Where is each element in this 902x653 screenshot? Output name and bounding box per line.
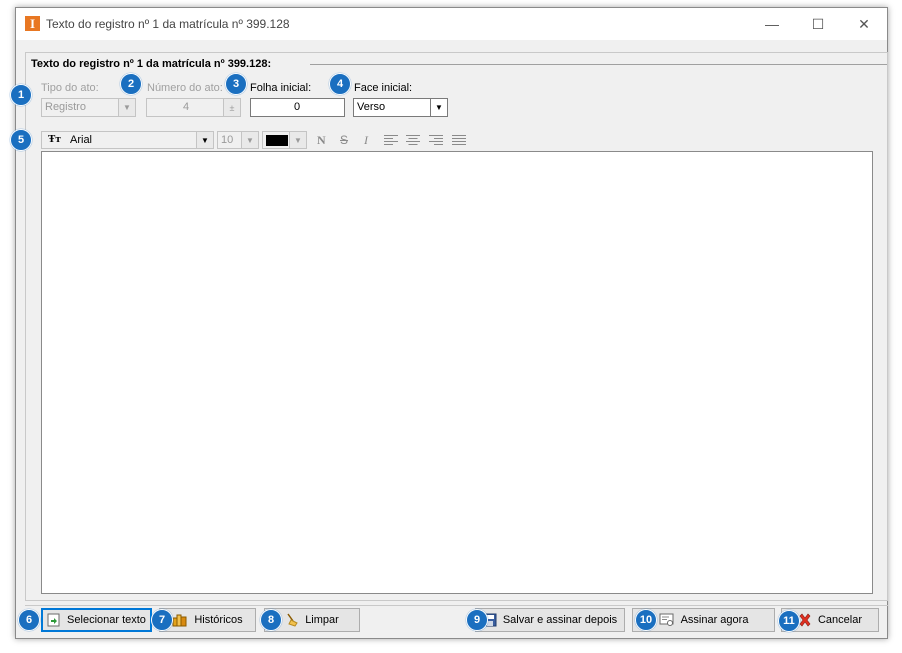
strikethrough-button[interactable]: S [340, 133, 348, 147]
numero-ato-label: Número do ato: [147, 82, 223, 94]
callout-badge-7: 7 [151, 609, 173, 631]
dialog-window: I Texto do registro nº 1 da matrícula nº… [15, 7, 888, 639]
certificate-icon [659, 613, 674, 626]
numero-ato-spinner[interactable]: 4 ± [146, 98, 241, 117]
chevron-down-icon: ▼ [289, 132, 306, 148]
cancel-x-icon [799, 613, 811, 627]
spinner-arrows-icon[interactable]: ± [223, 99, 240, 116]
maximize-button[interactable]: ☐ [795, 8, 841, 40]
tipo-ato-select[interactable]: Registro ▼ [41, 98, 136, 117]
face-inicial-label: Face inicial: [354, 82, 413, 94]
tipo-ato-value: Registro [45, 101, 86, 113]
callout-badge-4: 4 [329, 73, 351, 95]
font-size-value: 10 [221, 134, 234, 146]
callout-badge-3: 3 [225, 73, 247, 95]
callout-badge-6: 6 [18, 609, 40, 631]
callout-badge-5: 5 [10, 129, 32, 151]
books-icon [172, 614, 187, 627]
font-name-select[interactable]: Ŧт Arial ▼ [41, 131, 214, 149]
font-type-icon: Ŧт [48, 133, 61, 145]
text-editor-area[interactable] [41, 151, 873, 594]
folha-inicial-value: 0 [294, 101, 301, 113]
italic-button[interactable]: I [364, 133, 368, 148]
chevron-down-icon: ▼ [241, 132, 258, 148]
callout-badge-2: 2 [120, 73, 142, 95]
broom-icon [287, 613, 298, 627]
close-button[interactable]: ✕ [841, 8, 887, 40]
tipo-ato-label: Tipo do ato: [41, 82, 99, 94]
footer-separator [25, 605, 888, 606]
callout-badge-9: 9 [466, 609, 488, 631]
face-inicial-select[interactable]: Verso ▼ [353, 98, 448, 117]
align-right-icon[interactable] [429, 134, 443, 149]
font-size-select[interactable]: 10 ▼ [217, 131, 259, 149]
chevron-down-icon: ▼ [118, 99, 135, 116]
color-swatch [266, 135, 288, 146]
minimize-button[interactable]: — [749, 8, 795, 40]
align-left-icon[interactable] [384, 134, 398, 149]
salvar-assinar-depois-button[interactable]: Salvar e assinar depois [475, 608, 625, 632]
folha-inicial-label: Folha inicial: [250, 82, 312, 94]
cancelar-label: Cancelar [817, 614, 863, 626]
app-icon: I [25, 16, 40, 31]
callout-badge-1: 1 [10, 84, 32, 106]
align-center-icon[interactable] [406, 134, 420, 149]
group-title: Texto do registro nº 1 da matrícula nº 3… [31, 58, 272, 70]
limpar-label: Limpar [305, 614, 339, 626]
group-divider [310, 64, 887, 65]
select-text-icon [47, 613, 60, 627]
callout-badge-11: 11 [778, 610, 800, 632]
historicos-button[interactable]: Históricos [159, 608, 256, 632]
chevron-down-icon: ▼ [430, 99, 447, 116]
chevron-down-icon: ▼ [196, 132, 213, 148]
callout-badge-8: 8 [260, 609, 282, 631]
bold-button[interactable]: N [317, 133, 326, 148]
font-color-select[interactable]: ▼ [262, 131, 307, 149]
title-bar: I Texto do registro nº 1 da matrícula nº… [16, 8, 887, 40]
salvar-assinar-depois-label: Salvar e assinar depois [502, 614, 618, 626]
font-name-value: Arial [70, 134, 93, 146]
folha-inicial-input[interactable]: 0 [250, 98, 345, 117]
window-title: Texto do registro nº 1 da matrícula nº 3… [46, 17, 290, 31]
historicos-label: Históricos [194, 614, 243, 626]
align-justify-icon[interactable] [452, 134, 466, 149]
numero-ato-value: 4 [183, 101, 190, 113]
selecionar-texto-label: Selecionar texto [67, 614, 146, 626]
assinar-agora-label: Assinar agora [680, 614, 749, 626]
face-inicial-value: Verso [357, 101, 386, 113]
selecionar-texto-button[interactable]: Selecionar texto [41, 608, 152, 632]
callout-badge-10: 10 [635, 609, 657, 631]
